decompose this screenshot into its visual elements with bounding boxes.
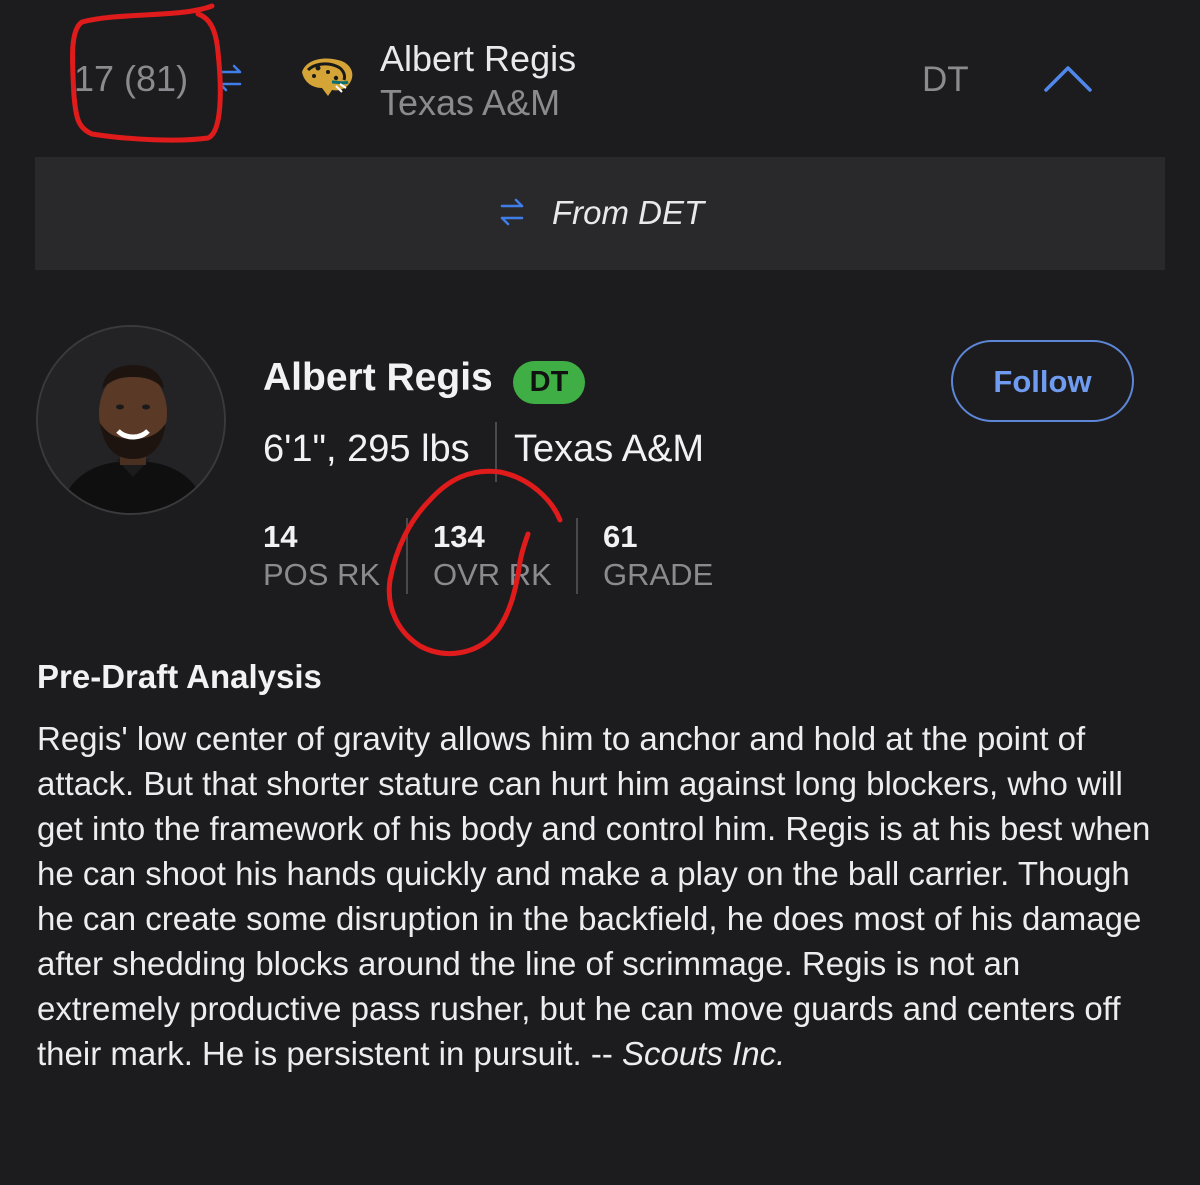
stat-divider bbox=[576, 518, 578, 594]
stat-ovr-rank-label: OVR RK bbox=[433, 557, 552, 592]
player-name: Albert Regis bbox=[263, 356, 493, 399]
chevron-up-icon[interactable] bbox=[1040, 60, 1096, 96]
stat-ovr-rank-value: 134 bbox=[433, 519, 485, 554]
swap-arrows-icon bbox=[218, 64, 242, 92]
stat-pos-rank-value: 14 bbox=[263, 519, 298, 554]
header-player-name: Albert Regis bbox=[380, 38, 577, 79]
header-school: Texas A&M bbox=[380, 82, 561, 123]
avatar bbox=[36, 325, 226, 515]
trade-origin-text: From DET bbox=[552, 194, 705, 231]
stat-divider bbox=[406, 518, 408, 594]
height-weight: 6'1", 295 lbs bbox=[263, 428, 470, 470]
player-photo-icon bbox=[38, 327, 224, 513]
pick-number: 17 (81) bbox=[74, 58, 189, 99]
section-title: Pre-Draft Analysis bbox=[37, 658, 322, 695]
analysis-body: Regis' low center of gravity allows him … bbox=[37, 720, 1151, 1072]
stat-pos-rank-label: POS RK bbox=[263, 557, 381, 592]
jaguars-logo-icon bbox=[302, 58, 353, 96]
analysis-credit: Scouts Inc. bbox=[622, 1035, 786, 1072]
divider bbox=[495, 422, 497, 482]
position-badge: DT bbox=[513, 361, 585, 404]
swap-arrows-icon bbox=[500, 198, 524, 226]
follow-button[interactable]: Follow bbox=[951, 340, 1134, 422]
stat-grade-value: 61 bbox=[603, 519, 638, 554]
player-school: Texas A&M bbox=[514, 428, 705, 470]
header-position: DT bbox=[922, 60, 969, 99]
stat-grade-label: GRADE bbox=[603, 557, 714, 592]
analysis-text: Regis' low center of gravity allows him … bbox=[37, 716, 1157, 1076]
